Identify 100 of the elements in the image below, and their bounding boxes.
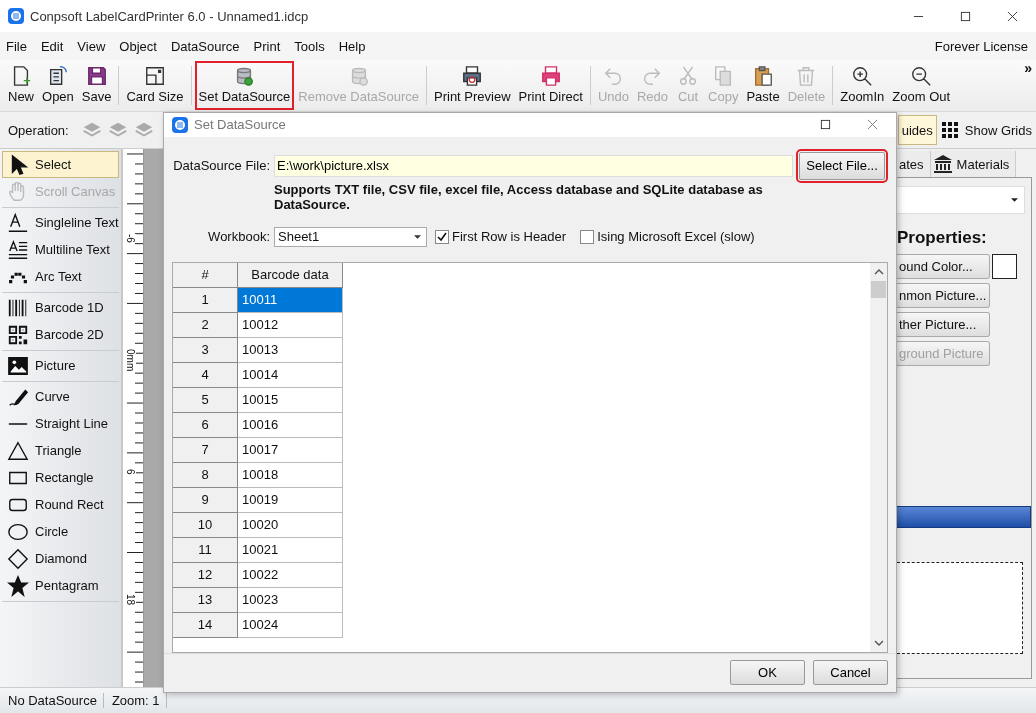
scroll-up-icon[interactable] <box>873 268 884 275</box>
menu-item[interactable]: Help <box>338 38 366 54</box>
tool-item[interactable]: Barcode 1D <box>2 294 119 321</box>
star-icon <box>7 574 29 597</box>
toolbar-button[interactable]: Paste <box>742 61 784 110</box>
select-file-button[interactable]: Select File... <box>799 151 885 180</box>
dialog-button[interactable]: Cancel <box>813 660 888 686</box>
scroll-down-icon[interactable] <box>873 639 884 646</box>
museum-icon <box>932 154 953 174</box>
tool-item[interactable]: Straight Line <box>2 410 119 437</box>
tool-item[interactable]: Arc Text <box>2 263 119 290</box>
tool-item[interactable]: Rectangle <box>2 464 119 491</box>
ruler-label: 18 <box>125 594 136 606</box>
toolbar-button[interactable]: Set DataSource <box>194 61 295 110</box>
tool-item[interactable]: Multiline Text <box>2 236 119 263</box>
table-cell[interactable]: 10023 <box>238 587 343 613</box>
menu-item[interactable]: Tools <box>294 38 325 54</box>
table-cell[interactable]: 10016 <box>238 412 343 438</box>
row-number-cell: 3 <box>173 337 238 363</box>
ruler-label: 6 <box>125 469 136 475</box>
toolbar-button[interactable]: Save <box>77 61 116 110</box>
menu-item[interactable]: Print <box>253 38 281 54</box>
panel-button[interactable]: ther Picture... <box>897 312 990 337</box>
panel-button[interactable]: nmon Picture... <box>897 283 990 308</box>
column-header: # <box>173 262 238 288</box>
menu-item[interactable]: File <box>6 38 27 54</box>
row-number-cell: 14 <box>173 612 238 638</box>
menu-item[interactable]: Edit <box>40 38 64 54</box>
toolbar-button[interactable]: Open <box>38 61 78 110</box>
ruler-label: 0mm <box>125 349 136 372</box>
caret-icon <box>1011 198 1018 202</box>
workbook-dropdown[interactable]: Sheet1 <box>274 226 427 247</box>
table-cell[interactable]: 10012 <box>238 312 343 338</box>
dialog-title: Set DataSource <box>194 117 286 133</box>
table-cell[interactable]: 10013 <box>238 337 343 363</box>
tool-item[interactable]: Picture <box>2 352 119 379</box>
row-number-cell: 5 <box>173 387 238 413</box>
table-cell[interactable]: 10020 <box>238 512 343 538</box>
dropdown-field[interactable] <box>897 186 1025 214</box>
scroll-thumb[interactable] <box>871 280 886 298</box>
checkbox[interactable] <box>580 229 595 244</box>
guides-button[interactable]: uides <box>897 115 937 145</box>
checkbox-label: First Row is Header <box>452 229 567 245</box>
toolbar-button[interactable]: Print Direct <box>514 61 587 110</box>
menu-item[interactable]: DataSource <box>170 38 240 54</box>
qr-code-icon <box>7 323 29 346</box>
table-cell[interactable]: 10014 <box>238 362 343 388</box>
tool-item[interactable]: Diamond <box>2 545 119 572</box>
toolbar-button[interactable]: Zoom Out <box>888 61 955 110</box>
caret-icon <box>414 234 421 239</box>
maximize-icon[interactable] <box>820 119 831 131</box>
panel-tab[interactable]: ates <box>897 151 931 177</box>
table-cell[interactable]: 10024 <box>238 612 343 638</box>
text-icon <box>7 211 29 234</box>
status-text: No DataSource <box>0 693 104 708</box>
row-number-cell: 10 <box>173 512 238 538</box>
line-icon <box>7 422 29 425</box>
operation-label: Operation: <box>8 122 69 138</box>
show-grids-button[interactable]: Show Grids <box>936 115 1036 145</box>
checkbox[interactable] <box>435 229 449 244</box>
row-number-cell: 9 <box>173 487 238 513</box>
tool-item[interactable]: Triangle <box>2 437 119 464</box>
grid-icon <box>940 121 959 139</box>
tool-item[interactable]: Singleline Text <box>2 209 119 236</box>
table-cell[interactable]: 10017 <box>238 437 343 463</box>
table-cell[interactable]: 10011 <box>238 287 343 313</box>
row-number-cell: 13 <box>173 587 238 613</box>
field-label: Workbook: <box>207 229 271 245</box>
toolbar-button[interactable]: Card Size <box>122 61 188 110</box>
toolbar-button[interactable]: Print Preview <box>430 61 515 110</box>
panel-button[interactable]: ound Color... <box>897 254 990 279</box>
dialog-button[interactable]: OK <box>730 660 805 686</box>
tool-item[interactable]: Round Rect <box>2 491 119 518</box>
table-cell[interactable]: 10021 <box>238 537 343 563</box>
more-button[interactable]: » <box>1020 60 1036 76</box>
panel-tab[interactable]: Materials <box>930 151 1017 177</box>
maximize-icon[interactable] <box>960 10 971 22</box>
scrollbar[interactable] <box>870 262 887 652</box>
window-title: Conpsoft LabelCardPrinter 6.0 - Unnamed1.idcp <box>30 8 309 24</box>
row-number-cell: 12 <box>173 562 238 588</box>
menu-item[interactable]: View <box>77 38 106 54</box>
color-swatch[interactable] <box>992 254 1017 279</box>
table-cell[interactable]: 10018 <box>238 462 343 488</box>
tool-item[interactable]: Pentagram <box>2 572 119 599</box>
tool-item[interactable]: Select <box>2 151 119 178</box>
toolbar-button[interactable]: ZoomIn <box>836 61 889 110</box>
menu-item[interactable]: Object <box>119 38 157 54</box>
checkbox-label: Ising Microsoft Excel (slow) <box>597 229 755 245</box>
tool-item[interactable]: Circle <box>2 518 119 545</box>
properties-heading: Properties: <box>897 228 988 248</box>
toolbar-button[interactable]: New <box>4 61 38 110</box>
table-cell[interactable]: 10022 <box>238 562 343 588</box>
multiline-text-icon <box>7 238 29 261</box>
table-cell[interactable]: 10019 <box>238 487 343 513</box>
table-cell[interactable]: 10015 <box>238 387 343 413</box>
tool-item[interactable]: Barcode 2D <box>2 321 119 348</box>
file-path-field[interactable]: E:\work\picture.xlsx <box>274 154 793 177</box>
tool-item[interactable]: Curve <box>2 383 119 410</box>
close-icon[interactable] <box>1007 10 1018 22</box>
note-text: Supports TXT file, CSV file, excel file, Access database and SQLite database as DataSource. <box>274 181 764 212</box>
